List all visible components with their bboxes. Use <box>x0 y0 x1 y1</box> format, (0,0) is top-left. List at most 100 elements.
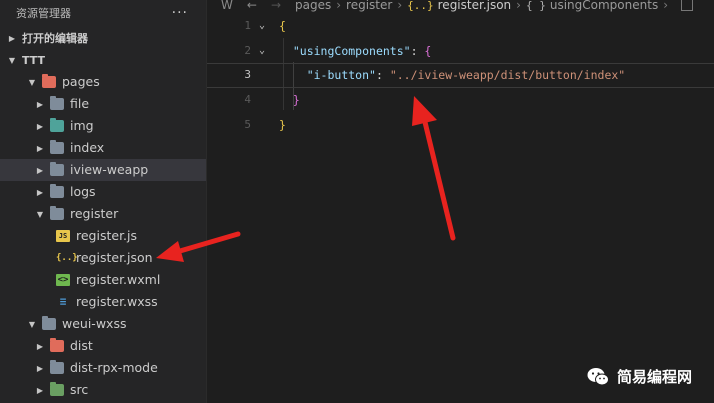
project-label: TTT <box>22 53 46 67</box>
chevron-right-icon[interactable]: ▶ <box>34 386 46 395</box>
watermark-text: 简易编程网 <box>616 368 692 386</box>
code-text: "usingComponents": { <box>279 39 432 64</box>
tree-item-label: pages <box>62 74 100 89</box>
back-arrow-icon[interactable]: ← <box>247 0 257 12</box>
chevron-right-icon[interactable]: ▶ <box>34 144 46 153</box>
tree-item-register-js[interactable]: JS register.js <box>0 225 206 247</box>
tree-item-label: weui-wxss <box>62 316 127 331</box>
code-text: { <box>279 14 286 39</box>
code-line[interactable]: 5} <box>207 113 714 138</box>
code-line[interactable]: 4 } <box>207 88 714 113</box>
code-line[interactable]: 1 ⌄ { <box>207 14 714 39</box>
wechat-logo-icon <box>587 367 609 385</box>
json-file-icon: {..} <box>56 253 78 263</box>
code-token: : <box>375 68 390 83</box>
breadcrumb-pages[interactable]: pages <box>295 0 331 12</box>
tree-item-label: index <box>70 140 105 155</box>
folder-teal-icon <box>50 118 64 132</box>
tree-item-label: register.json <box>76 250 153 265</box>
code-token: "usingComponents" <box>292 43 411 58</box>
chevron-down-icon: ▼ <box>8 55 16 65</box>
tree-item-label: iview-weapp <box>70 162 149 177</box>
explorer-sidebar: 资源管理器 ··· ▶ 打开的编辑器 ▼ TTT ▼ pages ▶ file ▶ img… <box>0 0 206 403</box>
tree-item-label: register.wxss <box>76 294 158 309</box>
code-text: "i-button": "../iview-weapp/dist/button/… <box>279 64 626 87</box>
forward-arrow-icon[interactable]: → <box>271 0 281 12</box>
explorer-header: 资源管理器 ··· <box>0 0 206 26</box>
chevron-down-icon[interactable]: ▼ <box>26 320 38 329</box>
code-line[interactable]: 2 ⌄ "usingComponents": { <box>207 39 714 64</box>
tree-item-label: logs <box>70 184 96 199</box>
outline-icon[interactable]: W <box>221 0 233 12</box>
code-token: "../iview-weapp/dist/button/index" <box>389 68 626 83</box>
code-text: } <box>279 113 286 138</box>
tree-item-iview-weapp[interactable]: ▶ iview-weapp <box>0 159 206 181</box>
wxss-file-icon: ≡ <box>59 295 67 308</box>
code-text: } <box>279 88 300 113</box>
fold-chevron-icon[interactable]: ⌄ <box>259 14 265 39</box>
code-token: } <box>279 117 286 132</box>
tree-item-label: dist <box>70 338 93 353</box>
folder-icon <box>50 96 64 110</box>
tree-item-img[interactable]: ▶ img <box>0 115 206 137</box>
folder-icon <box>50 206 64 220</box>
split-editor-icon[interactable] <box>681 0 694 11</box>
js-file-icon: JS <box>56 230 70 242</box>
tree-item-logs[interactable]: ▶ logs <box>0 181 206 203</box>
chevron-right-icon[interactable]: ▶ <box>34 122 46 131</box>
tree-item-label: register.js <box>76 228 138 243</box>
code-token: "i-button" <box>306 68 376 83</box>
chevron-right-icon[interactable]: ▶ <box>34 342 46 351</box>
chevron-down-icon[interactable]: ▼ <box>26 78 38 87</box>
watermark: 简易编程网 <box>587 366 692 387</box>
folder-icon <box>50 162 64 176</box>
json-file-icon: {..} <box>407 0 434 12</box>
breadcrumb-separator-icon: › <box>336 0 342 12</box>
chevron-right-icon[interactable]: ▶ <box>34 188 46 197</box>
tree-item-register-json[interactable]: {..} register.json <box>0 247 206 269</box>
folder-icon <box>50 140 64 154</box>
folder-icon <box>50 184 64 198</box>
breadcrumb-using-components[interactable]: usingComponents <box>550 0 658 12</box>
code-token: { <box>279 19 286 33</box>
chevron-right-icon[interactable]: ▶ <box>34 100 46 109</box>
folder-green-icon <box>50 382 64 396</box>
chevron-right-icon[interactable]: ▶ <box>34 364 46 373</box>
line-number: 5 <box>244 117 251 131</box>
tree-item-index[interactable]: ▶ index <box>0 137 206 159</box>
tree-item-register[interactable]: ▼ register <box>0 203 206 225</box>
open-editors-section[interactable]: ▶ 打开的编辑器 <box>0 27 206 49</box>
fold-chevron-icon[interactable]: ⌄ <box>259 39 265 64</box>
tree-item-file[interactable]: ▶ file <box>0 93 206 115</box>
tree-item-dist[interactable]: ▶ dist <box>0 335 206 357</box>
tree-item-register-wxss[interactable]: ≡ register.wxss <box>0 291 206 313</box>
editor-pane: W ← → pages › register › {..} register.j… <box>206 0 714 403</box>
line-number: 4 <box>244 93 251 107</box>
explorer-title: 资源管理器 <box>16 7 71 20</box>
project-section[interactable]: ▼ TTT <box>0 49 206 71</box>
tree-item-register-wxml[interactable]: <> register.wxml <box>0 269 206 291</box>
wxml-file-icon: <> <box>56 274 70 286</box>
tree-item-dist-rpx-mode[interactable]: ▶ dist-rpx-mode <box>0 357 206 379</box>
tree-item-label: src <box>70 382 89 397</box>
tree-item-weui-wxss[interactable]: ▼ weui-wxss <box>0 313 206 335</box>
chevron-down-icon[interactable]: ▼ <box>34 210 46 219</box>
chevron-right-icon[interactable]: ▶ <box>34 166 46 175</box>
tree-item-src[interactable]: ▶ src <box>0 379 206 401</box>
breadcrumb: W ← → pages › register › {..} register.j… <box>207 0 714 12</box>
line-number: 2 <box>244 43 251 57</box>
tree-item-pages[interactable]: ▼ pages <box>0 71 206 93</box>
line-number: 1 <box>244 19 251 32</box>
open-editors-label: 打开的编辑器 <box>22 32 88 45</box>
tree-item-label: img <box>70 118 94 133</box>
breadcrumb-separator-icon: › <box>516 0 521 12</box>
breadcrumb-register[interactable]: register <box>346 0 392 12</box>
tree-item-label: register.wxml <box>76 272 161 287</box>
more-actions-icon[interactable]: ··· <box>172 5 188 21</box>
object-symbol-icon: { } <box>525 0 546 12</box>
code-editor[interactable]: 1 ⌄ {2 ⌄ "usingComponents": {3 "i-button": … <box>207 14 714 137</box>
code-line[interactable]: 3 "i-button": "../iview-weapp/dist/butto… <box>207 63 714 89</box>
breadcrumb-register-json[interactable]: register.json <box>438 0 512 12</box>
